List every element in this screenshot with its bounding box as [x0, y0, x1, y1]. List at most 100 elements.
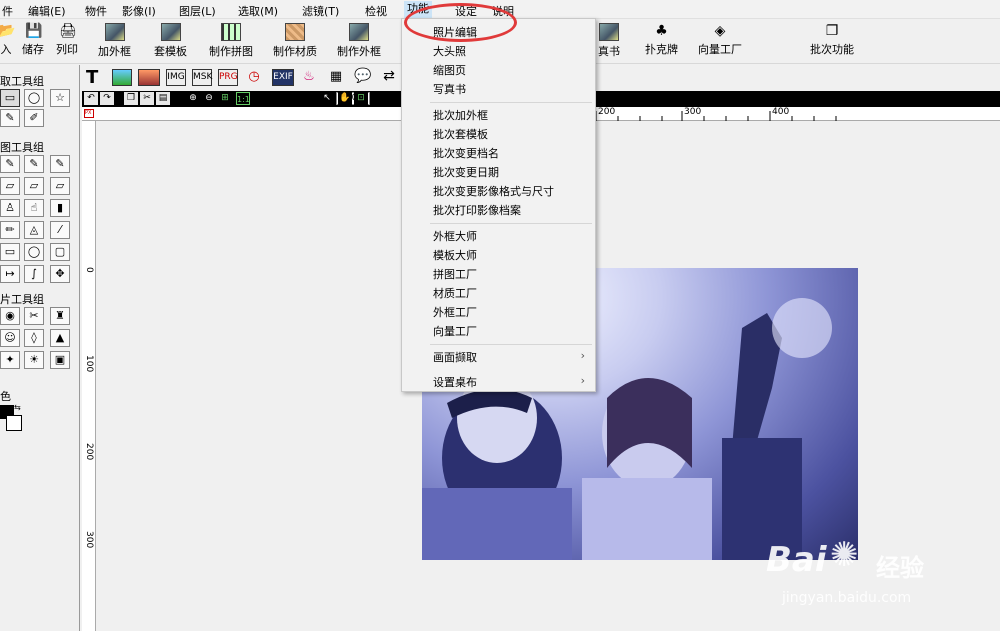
poker-button[interactable]: ♣ 扑克牌 [645, 23, 678, 57]
curve-icon[interactable]: ∫ [24, 265, 44, 283]
menu-item-frame-factory[interactable]: 外框工厂 [433, 304, 477, 320]
menu-item-batch-format[interactable]: 批次变更影像格式与尺寸 [433, 183, 554, 199]
menu-item-screen-capture[interactable]: 画面撷取 [433, 349, 477, 365]
scissors-icon[interactable]: ✂ [24, 307, 44, 325]
red-eye-icon[interactable]: ◉ [0, 307, 20, 325]
swap-colors-icon[interactable]: ⇆ [14, 403, 21, 412]
save-button[interactable]: 💾 储存 [22, 23, 44, 57]
line-icon[interactable]: ↦ [0, 265, 20, 283]
menu-item-thumbnail-page[interactable]: 缩图页 [433, 62, 466, 78]
batch-button[interactable]: ❐ 批次功能 [810, 23, 854, 57]
airbrush-icon[interactable]: ✎ [24, 155, 44, 173]
menu-object[interactable]: 物件 [85, 3, 107, 19]
vector-icon: ◈ [714, 23, 726, 39]
menu-item-batch-template[interactable]: 批次套模板 [433, 126, 488, 142]
paste-icon[interactable]: ▤ [156, 92, 170, 105]
template-button[interactable]: 套模板 [154, 23, 187, 59]
speech-bubble-icon[interactable]: 💬 [352, 69, 374, 86]
smudge-icon[interactable]: ▱ [24, 177, 44, 195]
crop-icon[interactable]: ⊡ [354, 92, 368, 105]
clock-icon[interactable]: ◷ [246, 69, 262, 86]
pen-icon[interactable]: ✎ [50, 155, 70, 173]
pointer-icon[interactable]: ↖ [320, 92, 334, 105]
menu-file[interactable]: 件 [2, 3, 13, 19]
eyedropper-icon[interactable]: ⁄ [50, 221, 70, 239]
fill-icon[interactable]: ◬ [24, 221, 44, 239]
select-brush-icon[interactable]: ✐ [24, 109, 44, 127]
red-eraser-icon[interactable]: ▱ [50, 177, 70, 195]
background-color-swatch[interactable] [6, 415, 22, 431]
draw-tools-title: 图工具组 [0, 141, 44, 154]
eraser-icon[interactable]: ▱ [0, 177, 20, 195]
menu-item-vector-factory[interactable]: 向量工厂 [433, 323, 477, 339]
stamp-icon[interactable]: ♙ [0, 199, 20, 217]
actual-size-icon[interactable]: 1:1 [236, 92, 250, 105]
img-object-icon[interactable]: IMG [166, 69, 186, 86]
menu-view[interactable]: 检视 [365, 3, 387, 19]
fit-icon[interactable]: ⊞ [218, 92, 232, 105]
menu-item-photo-book[interactable]: 写真书 [433, 81, 466, 97]
face-icon[interactable]: ☺ [0, 329, 20, 347]
arrows-icon[interactable]: ⇄ [380, 69, 398, 86]
move-icon[interactable]: ✥ [50, 265, 70, 283]
menu-layer[interactable]: 图层(L) [179, 3, 216, 19]
cut-icon[interactable]: ✂ [140, 92, 154, 105]
import-button[interactable]: 📂 入 [0, 23, 16, 57]
bulb-icon[interactable]: ☀ [24, 351, 44, 369]
puzzle-button[interactable]: 制作拼图 [209, 23, 253, 59]
menu-item-puzzle-factory[interactable]: 拼图工厂 [433, 266, 477, 282]
add-frame-button[interactable]: 加外框 [98, 23, 131, 59]
cake-icon[interactable]: ♨ [300, 69, 318, 86]
sharpen-icon[interactable]: ▲ [50, 329, 70, 347]
photo-insert-icon[interactable] [138, 69, 160, 86]
copy-icon[interactable]: ❐ [124, 92, 138, 105]
rect-select-icon[interactable]: ▭ [0, 89, 20, 107]
mask-object-icon[interactable]: MSK [192, 69, 212, 86]
menu-item-batch-frame[interactable]: 批次加外框 [433, 107, 488, 123]
menu-item-batch-print[interactable]: 批次打印影像档案 [433, 202, 521, 218]
ellipse-select-icon[interactable]: ◯ [24, 89, 44, 107]
menu-edit[interactable]: 编辑(E) [28, 3, 66, 19]
menu-image[interactable]: 影像(I) [122, 3, 156, 19]
text-tool-icon[interactable]: T [86, 69, 98, 87]
pan-icon[interactable]: ✋ [338, 92, 352, 105]
hand-icon[interactable]: ☝ [24, 199, 44, 217]
ellipse-shape-icon[interactable]: ◯ [24, 243, 44, 261]
menu-select[interactable]: 选取(M) [238, 3, 278, 19]
material-button[interactable]: 制作材质 [273, 23, 317, 59]
menu-filter[interactable]: 滤镜(T) [302, 3, 339, 19]
menu-item-frame-master[interactable]: 外框大师 [433, 228, 477, 244]
magic-wand-icon[interactable]: ✎ [0, 109, 20, 127]
brush-icon[interactable]: ✎ [0, 155, 20, 173]
print-button[interactable]: 🖨 列印 [56, 23, 78, 57]
unit-toggle-icon[interactable]: PX [84, 109, 94, 118]
rounded-rect-icon[interactable]: ▢ [50, 243, 70, 261]
menu-item-batch-date[interactable]: 批次变更日期 [433, 164, 499, 180]
exif-icon[interactable]: EXIF [272, 69, 294, 86]
cards-icon: ♣ [655, 23, 668, 39]
menu-item-template-master[interactable]: 模板大师 [433, 247, 477, 263]
gradient-icon[interactable]: ▮ [50, 199, 70, 217]
vector-factory-button[interactable]: ◈ 向量工厂 [698, 23, 742, 57]
zoom-in-icon[interactable]: ⊕ [186, 92, 200, 105]
photo-book-button[interactable]: 真书 [598, 23, 620, 59]
make-frame-button[interactable]: 制作外框 [337, 23, 381, 59]
pencil-icon[interactable]: ✏ [0, 221, 20, 239]
rect-shape-icon[interactable]: ▭ [0, 243, 20, 261]
menu-item-material-factory[interactable]: 材质工厂 [433, 285, 477, 301]
calendar-icon[interactable]: ▦ [328, 69, 344, 86]
menu-item-batch-rename[interactable]: 批次变更档名 [433, 145, 499, 161]
lasso-icon[interactable]: ☆ [50, 89, 70, 107]
drop-icon[interactable]: ◊ [24, 329, 44, 347]
image-insert-icon[interactable] [112, 69, 132, 86]
bottle-icon[interactable]: ♜ [50, 307, 70, 325]
menu-item-headshot[interactable]: 大头照 [433, 43, 466, 59]
zoom-out-icon[interactable]: ⊖ [202, 92, 216, 105]
program-object-icon[interactable]: PRG [218, 69, 238, 86]
undo-icon[interactable]: ↶ [84, 92, 98, 105]
menu-item-set-wallpaper[interactable]: 设置桌布 [433, 374, 477, 390]
wand-icon[interactable]: ✦ [0, 351, 20, 369]
redo-icon[interactable]: ↷ [100, 92, 114, 105]
import-icon: 📂 [0, 23, 16, 39]
monitor-icon[interactable]: ▣ [50, 351, 70, 369]
